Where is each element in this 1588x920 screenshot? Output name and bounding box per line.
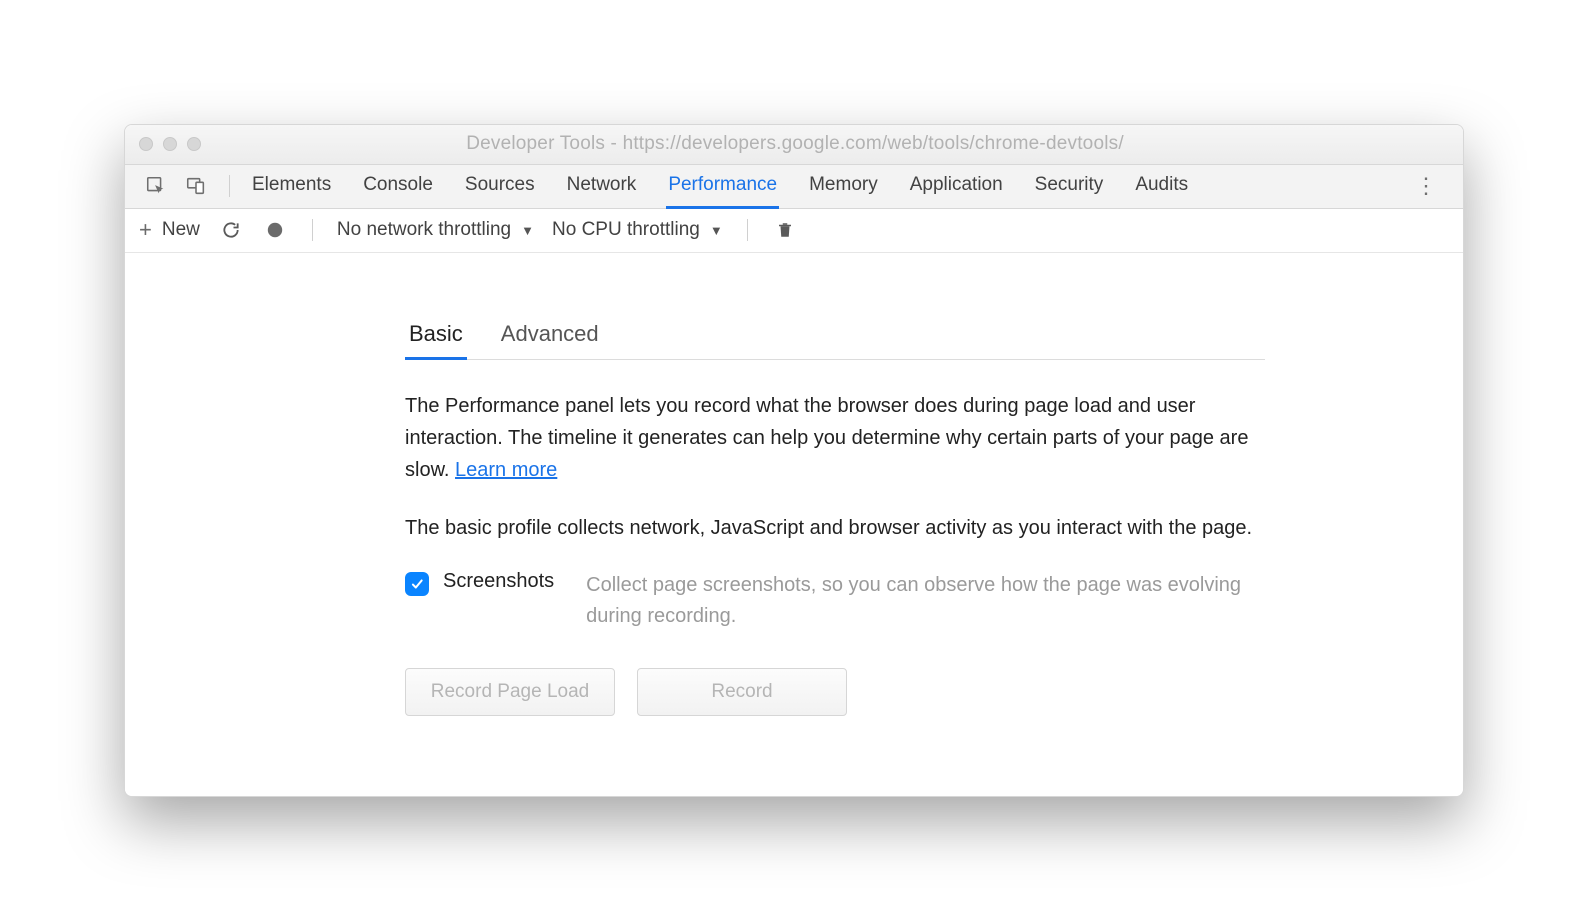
cpu-throttle-label: No CPU throttling (552, 219, 700, 241)
tab-elements[interactable]: Elements (250, 165, 333, 209)
divider (229, 175, 230, 197)
plus-icon[interactable]: + (139, 217, 152, 243)
devtools-tabbar: Elements Console Sources Network Perform… (125, 165, 1463, 209)
tab-console[interactable]: Console (361, 165, 435, 209)
window-controls (139, 137, 201, 151)
network-throttle-label: No network throttling (337, 219, 511, 241)
screenshots-checkbox[interactable] (405, 572, 429, 596)
divider (312, 219, 313, 241)
tab-audits[interactable]: Audits (1133, 165, 1190, 209)
intro-paragraph: The Performance panel lets you record wh… (405, 390, 1285, 486)
reload-icon[interactable] (218, 217, 244, 243)
screenshots-description: Collect page screenshots, so you can obs… (586, 570, 1285, 632)
devtools-window: Developer Tools - https://developers.goo… (124, 124, 1464, 797)
tab-memory[interactable]: Memory (807, 165, 880, 209)
profile-mode-tabs: Basic Advanced (405, 313, 1265, 360)
new-recording-button[interactable]: New (162, 219, 200, 241)
tab-application[interactable]: Application (908, 165, 1005, 209)
screenshots-label: Screenshots (443, 570, 554, 593)
trash-icon[interactable] (772, 217, 798, 243)
chevron-down-icon: ▼ (710, 223, 723, 238)
kebab-menu-icon[interactable]: ⋮ (1409, 171, 1445, 201)
tabbar-right: ⋮ (1409, 171, 1445, 201)
performance-landing: Basic Advanced The Performance panel let… (125, 253, 1463, 796)
tab-security[interactable]: Security (1033, 165, 1106, 209)
record-page-load-button[interactable]: Record Page Load (405, 668, 615, 716)
network-throttle-select[interactable]: No network throttling ▼ (337, 219, 534, 241)
window-titlebar: Developer Tools - https://developers.goo… (125, 125, 1463, 165)
zoom-icon[interactable] (187, 137, 201, 151)
sub-tab-basic[interactable]: Basic (405, 313, 467, 360)
device-toolbar-icon[interactable] (183, 173, 209, 199)
screenshots-option: Screenshots Collect page screenshots, so… (405, 570, 1285, 632)
sub-tab-advanced[interactable]: Advanced (497, 313, 603, 360)
chevron-down-icon: ▼ (521, 223, 534, 238)
cpu-throttle-select[interactable]: No CPU throttling ▼ (552, 219, 723, 241)
window-title: Developer Tools - https://developers.goo… (201, 133, 1449, 155)
close-icon[interactable] (139, 137, 153, 151)
performance-toolbar: + New No network throttling ▼ No CPU thr… (125, 209, 1463, 253)
basic-profile-paragraph: The basic profile collects network, Java… (405, 512, 1285, 544)
record-icon[interactable] (262, 217, 288, 243)
panel-tabs: Elements Console Sources Network Perform… (250, 165, 1190, 208)
tab-performance[interactable]: Performance (666, 165, 779, 209)
minimize-icon[interactable] (163, 137, 177, 151)
tab-network[interactable]: Network (565, 165, 639, 209)
record-button[interactable]: Record (637, 668, 847, 716)
learn-more-link[interactable]: Learn more (455, 459, 557, 481)
divider (747, 219, 748, 241)
action-buttons: Record Page Load Record (405, 668, 1463, 716)
inspect-element-icon[interactable] (143, 173, 169, 199)
tab-sources[interactable]: Sources (463, 165, 537, 209)
